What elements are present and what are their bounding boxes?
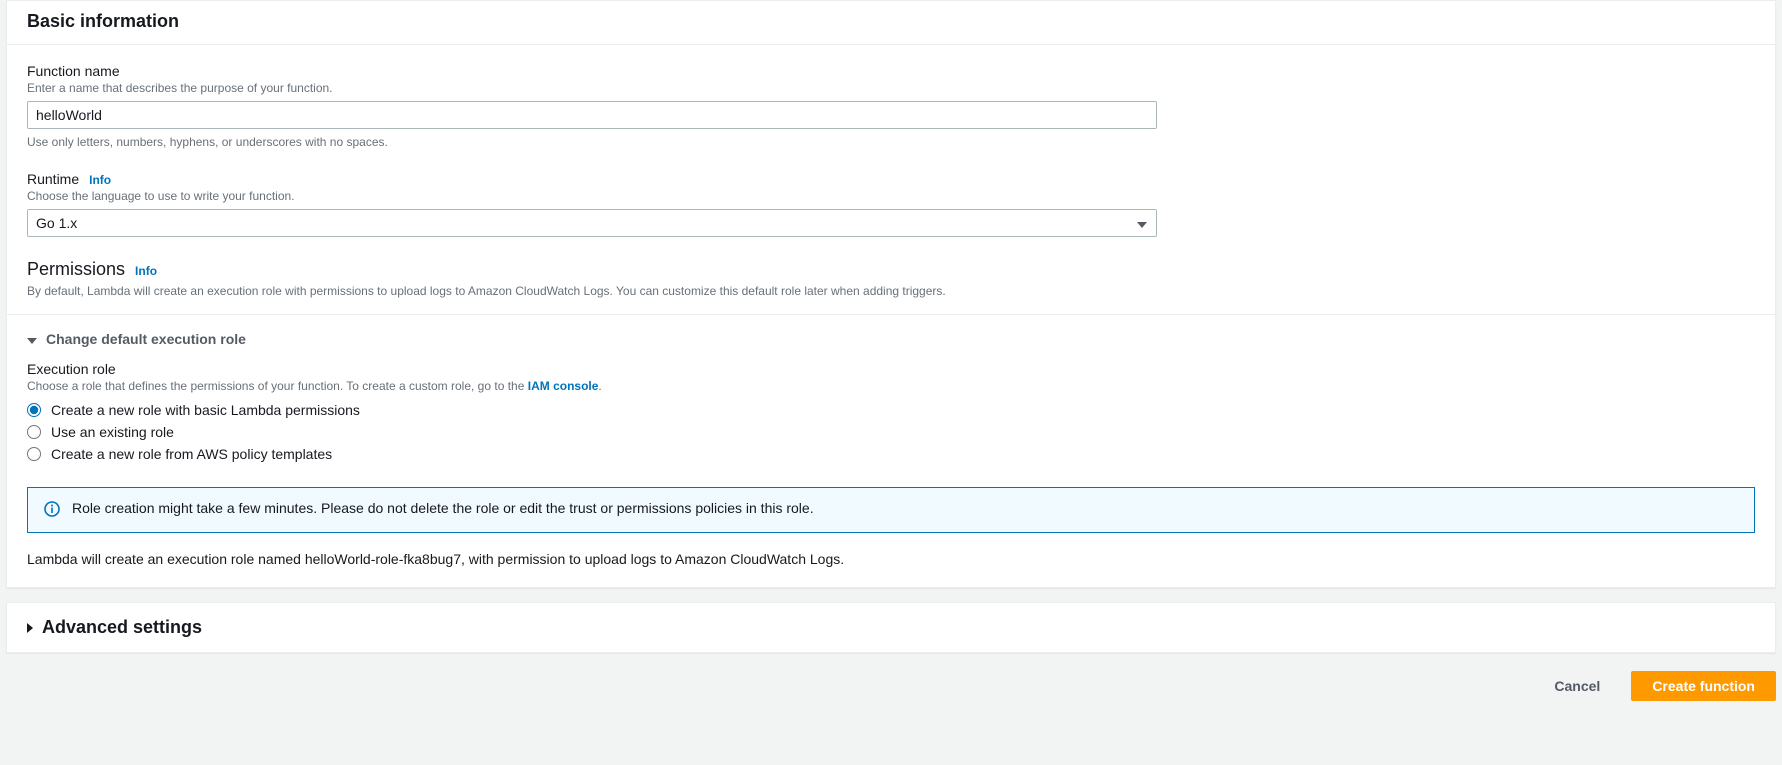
execution-role-hint: Choose a role that defines the permissio… [27,379,1755,393]
panel-header: Basic information [7,1,1775,45]
runtime-hint: Choose the language to use to write your… [27,189,1755,203]
iam-console-link[interactable]: IAM console [528,379,599,393]
permissions-info-link[interactable]: Info [135,264,157,278]
runtime-info-link[interactable]: Info [89,173,111,187]
advanced-settings-panel: Advanced settings [6,602,1776,653]
permissions-section: Permissions Info By default, Lambda will… [27,259,1755,298]
change-execution-role-expander[interactable]: Change default execution role [27,331,1755,347]
caret-down-icon [27,331,37,347]
cancel-button[interactable]: Cancel [1533,671,1621,701]
runtime-field-group: Runtime Info Choose the language to use … [27,171,1755,237]
execution-role-group: Execution role Choose a role that define… [27,361,1755,567]
radio-use-existing[interactable] [27,425,41,439]
caret-right-icon [27,620,33,636]
permissions-hint: By default, Lambda will create an execut… [27,284,1755,298]
runtime-select[interactable]: Go 1.x [27,209,1157,237]
function-name-field-group: Function name Enter a name that describe… [27,63,1755,149]
runtime-select-value: Go 1.x [36,215,77,231]
footer-actions: Cancel Create function [0,653,1782,719]
advanced-settings-expander[interactable]: Advanced settings [27,617,1755,638]
role-summary-text: Lambda will create an execution role nam… [27,551,1755,567]
radio-create-from-templates[interactable] [27,447,41,461]
function-name-constraint: Use only letters, numbers, hyphens, or u… [27,135,1755,149]
radio-option-use-existing[interactable]: Use an existing role [27,421,1755,443]
role-creation-info-box: Role creation might take a few minutes. … [27,487,1755,533]
function-name-hint: Enter a name that describes the purpose … [27,81,1755,95]
function-name-input[interactable] [27,101,1157,129]
info-box-text: Role creation might take a few minutes. … [72,500,814,516]
permissions-heading: Permissions [27,259,125,280]
runtime-label: Runtime [27,171,79,187]
radio-create-new-basic[interactable] [27,403,41,417]
change-execution-role-label: Change default execution role [46,331,246,347]
radio-option-create-from-templates[interactable]: Create a new role from AWS policy templa… [27,443,1755,465]
execution-role-label: Execution role [27,361,1755,377]
create-function-button[interactable]: Create function [1631,671,1776,701]
function-name-label: Function name [27,63,1755,79]
divider [7,314,1775,315]
info-icon [44,501,60,520]
advanced-settings-title: Advanced settings [42,617,202,638]
basic-information-panel: Basic information Function name Enter a … [6,0,1776,588]
radio-option-create-new-basic[interactable]: Create a new role with basic Lambda perm… [27,399,1755,421]
panel-title: Basic information [27,11,1755,32]
